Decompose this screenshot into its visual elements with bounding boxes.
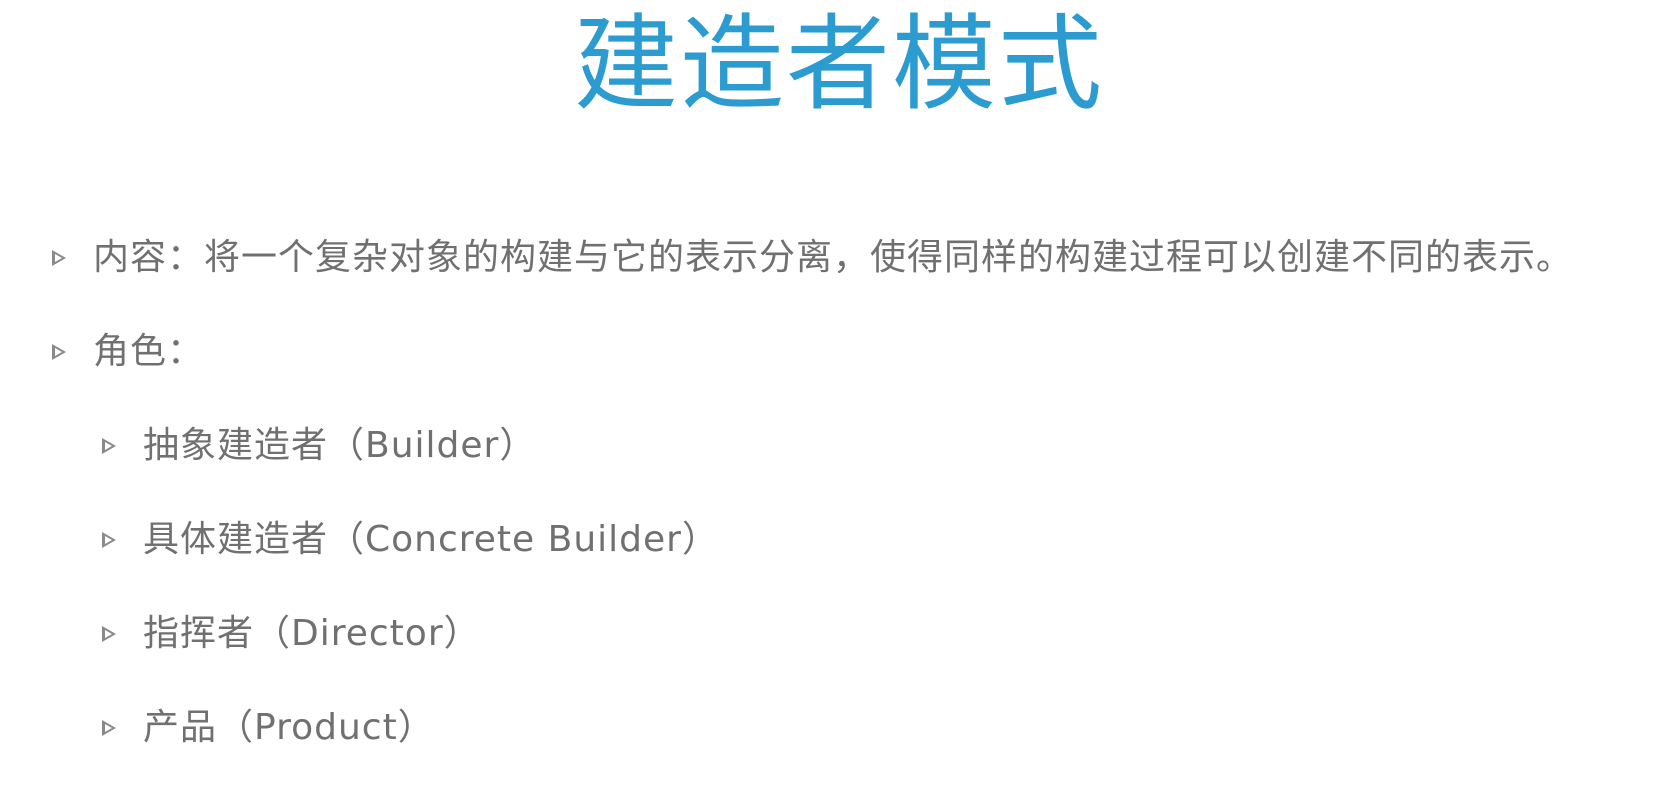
bullet-item-product: 产品（Product） xyxy=(102,706,435,750)
bullet-item-concrete-builder: 具体建造者（Concrete Builder） xyxy=(102,518,719,562)
bullet-text: 角色： xyxy=(93,331,205,372)
triangle-bullet-icon xyxy=(52,344,66,360)
bullet-item-content: 内容：将一个复杂对象的构建与它的表示分离，使得同样的构建过程可以创建不同的表示。 xyxy=(52,236,1573,280)
bullet-item-abstract-builder: 抽象建造者（Builder） xyxy=(102,424,536,468)
bullet-text: 指挥者（Director） xyxy=(143,613,481,654)
bullet-text: 产品（Product） xyxy=(143,707,435,748)
bullet-item-roles: 角色： xyxy=(52,330,204,374)
bullet-text: 抽象建造者（Builder） xyxy=(143,425,537,466)
triangle-bullet-icon xyxy=(102,626,116,642)
bullet-list: 内容：将一个复杂对象的构建与它的表示分离，使得同样的构建过程可以创建不同的表示。… xyxy=(0,0,1678,798)
triangle-bullet-icon xyxy=(102,720,116,736)
triangle-bullet-icon xyxy=(102,532,116,548)
triangle-bullet-icon xyxy=(52,250,66,266)
slide: 建造者模式 内容：将一个复杂对象的构建与它的表示分离，使得同样的构建过程可以创建… xyxy=(0,0,1678,798)
bullet-item-director: 指挥者（Director） xyxy=(102,612,481,656)
bullet-text: 内容：将一个复杂对象的构建与它的表示分离，使得同样的构建过程可以创建不同的表示。 xyxy=(93,237,1574,278)
bullet-text: 具体建造者（Concrete Builder） xyxy=(143,519,719,560)
triangle-bullet-icon xyxy=(102,438,116,454)
